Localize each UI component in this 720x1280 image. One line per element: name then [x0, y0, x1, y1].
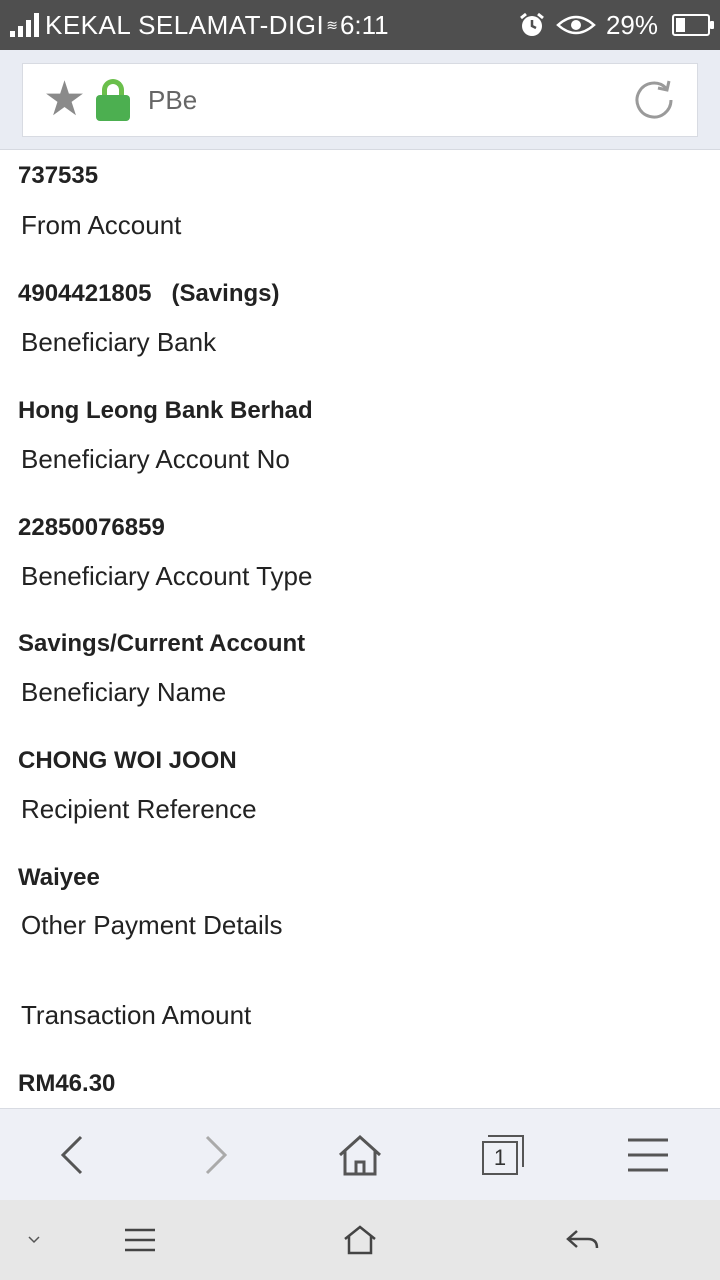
battery-percent: 29%	[605, 9, 658, 40]
beneficiary-account-type-label: Beneficiary Account Type	[21, 561, 313, 591]
signal-icon	[10, 13, 39, 37]
system-menu-button[interactable]	[118, 1218, 162, 1262]
status-left: KEKAL SELAMAT-DIGI ≋ 6:11	[10, 10, 389, 41]
beneficiary-account-no-label: Beneficiary Account No	[21, 444, 290, 474]
recipient-reference-value: Waiyee	[18, 864, 100, 891]
battery-icon	[672, 14, 714, 36]
collapse-button[interactable]	[22, 1218, 46, 1262]
beneficiary-account-no-value: 22850076859	[18, 514, 165, 541]
beneficiary-bank-label: Beneficiary Bank	[21, 327, 217, 357]
forward-button[interactable]	[176, 1115, 256, 1195]
recipient-reference-label: Recipient Reference	[21, 794, 257, 824]
system-navigation-bar	[0, 1200, 720, 1280]
home-icon	[344, 1225, 376, 1255]
browser-toolbar: 1	[0, 1108, 720, 1200]
back-button[interactable]	[32, 1115, 112, 1195]
other-payment-details-label: Other Payment Details	[21, 910, 283, 940]
address-bar-area: ★ PBe	[0, 50, 720, 150]
transaction-amount-label: Transaction Amount	[21, 1000, 252, 1030]
address-bar[interactable]: ★ PBe	[22, 63, 698, 137]
wifi-icon: ≋	[326, 16, 338, 33]
beneficiary-bank-value: Hong Leong Bank Berhad	[18, 397, 313, 424]
eye-icon	[556, 15, 596, 35]
home-icon	[338, 1134, 382, 1175]
beneficiary-name-label: Beneficiary Name	[21, 677, 227, 707]
reload-icon[interactable]	[631, 77, 677, 123]
battery-fill	[676, 18, 685, 32]
star-icon[interactable]: ★	[43, 76, 86, 124]
back-icon	[60, 1135, 83, 1174]
system-home-button[interactable]	[338, 1218, 382, 1262]
home-button[interactable]	[320, 1115, 400, 1195]
alarm-icon	[520, 12, 544, 36]
lock-icon[interactable]	[96, 79, 131, 121]
lock-body	[96, 95, 131, 121]
from-account-label: From Account	[21, 210, 182, 240]
menu-icon	[628, 1138, 668, 1171]
menu-button[interactable]	[608, 1115, 688, 1195]
transaction-amount-value: RM46.30	[18, 1070, 116, 1097]
beneficiary-name-value: CHONG WOI JOON	[18, 747, 237, 774]
site-title[interactable]: PBe	[148, 85, 197, 116]
transfer-details: 737535 From Account 4904421805 (Savings)…	[0, 150, 720, 1108]
reference-value: 737535	[18, 162, 99, 189]
chevron-down-icon	[28, 1236, 40, 1244]
tabs-button[interactable]: 1	[464, 1115, 544, 1195]
back-icon	[566, 1230, 599, 1249]
status-right: 29%	[518, 9, 714, 41]
tabs-icon: 1	[482, 1134, 526, 1175]
menu-icon	[125, 1228, 155, 1252]
beneficiary-account-type-value: Savings/Current Account	[18, 630, 306, 657]
system-back-button[interactable]	[560, 1218, 604, 1262]
from-account-value: 4904421805 (Savings)	[18, 280, 280, 307]
tab-count: 1	[482, 1140, 518, 1175]
carrier-name: KEKAL SELAMAT-DIGI	[45, 9, 325, 40]
status-time: 6:11	[339, 9, 389, 40]
forward-icon	[205, 1135, 228, 1174]
status-bar: KEKAL SELAMAT-DIGI ≋ 6:11 29%	[0, 0, 720, 50]
